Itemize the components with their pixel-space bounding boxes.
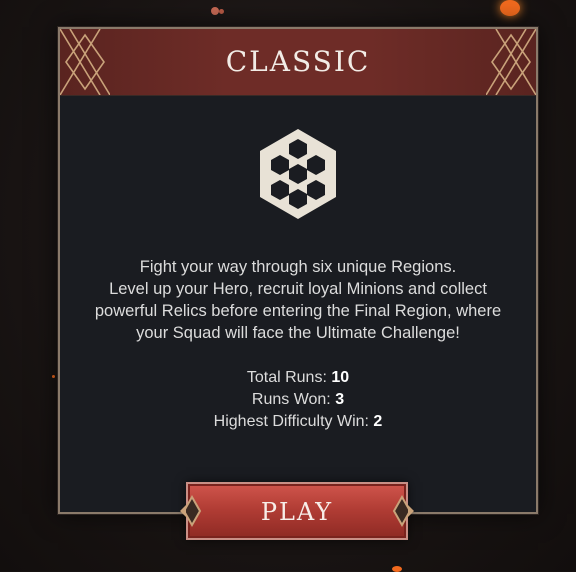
button-ornament-icon — [180, 495, 202, 527]
ember-particle — [500, 0, 520, 16]
run-stats: Total Runs: 10 Runs Won: 3 Highest Diffi… — [60, 367, 536, 433]
play-button-container: PLAY — [176, 482, 418, 542]
panel-header: CLASSIC — [60, 29, 536, 96]
play-button-label: PLAY — [260, 498, 334, 526]
game-mode-panel: CLASSIC Fight your way through six uniqu… — [58, 27, 538, 514]
description-line: Fight your way through six unique Region… — [139, 258, 457, 276]
ember-particle — [211, 7, 219, 15]
highest-difficulty-value: 2 — [373, 413, 383, 430]
hexagon-cluster-icon — [260, 129, 336, 219]
runs-won-stat: Runs Won: 3 — [60, 389, 536, 411]
total-runs-value: 10 — [331, 369, 350, 386]
runs-won-label: Runs Won: — [251, 391, 331, 408]
button-ornament-icon — [392, 495, 414, 527]
mode-description: Fight your way through six unique Region… — [74, 256, 522, 344]
total-runs-stat: Total Runs: 10 — [60, 367, 536, 389]
description-line: Level up your Hero, recruit loyal Minion… — [109, 280, 487, 298]
runs-won-value: 3 — [335, 391, 345, 408]
total-runs-label: Total Runs: — [246, 369, 327, 386]
highest-difficulty-stat: Highest Difficulty Win: 2 — [60, 411, 536, 433]
mode-title: CLASSIC — [225, 45, 371, 78]
description-line: your Squad will face the Ultimate Challe… — [136, 324, 460, 342]
highest-difficulty-label: Highest Difficulty Win: — [213, 413, 369, 430]
description-line: powerful Relics before entering the Fina… — [94, 302, 502, 320]
ember-particle — [392, 566, 402, 572]
play-button[interactable]: PLAY — [186, 482, 408, 540]
ember-particle — [52, 375, 55, 378]
ember-particle — [219, 9, 224, 14]
